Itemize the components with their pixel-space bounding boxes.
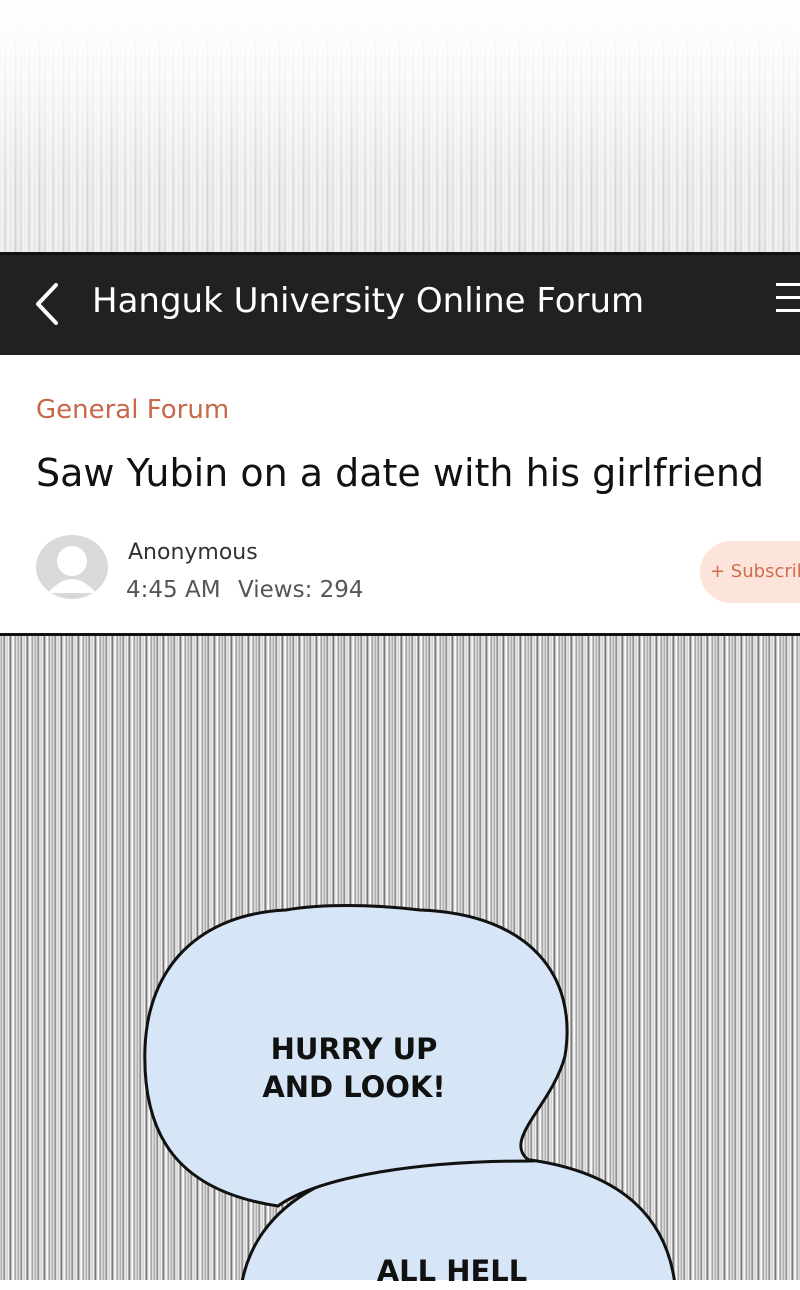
- forum-title: Hanguk University Online Forum: [92, 281, 645, 321]
- forum-header: Hanguk University Online Forum: [0, 255, 800, 355]
- speech-text-2: ALL HELL: [376, 1254, 528, 1288]
- post-time: 4:45 AM: [126, 577, 221, 603]
- chevron-left-icon[interactable]: [30, 281, 70, 327]
- speech-text-1-line-2: AND LOOK!: [262, 1070, 446, 1104]
- forum-category[interactable]: General Forum: [36, 395, 229, 425]
- speech-text-1: HURRY UP AND LOOK!: [254, 1030, 454, 1106]
- post-title: Saw Yubin on a date with his girlfriend: [36, 451, 765, 495]
- speech-bubbles: [143, 904, 676, 1280]
- default-user-avatar-icon: [36, 535, 108, 599]
- post-views: Views: 294: [238, 577, 364, 603]
- top-speedline-panel: [0, 0, 800, 252]
- hamburger-menu-icon[interactable]: [776, 283, 800, 323]
- subscribe-button[interactable]: + Subscribe: [700, 541, 800, 603]
- forum-post-card: Hanguk University Online Forum General F…: [0, 252, 800, 636]
- post-author: Anonymous: [128, 540, 258, 565]
- speech-text-1-line-1: HURRY UP: [270, 1032, 438, 1066]
